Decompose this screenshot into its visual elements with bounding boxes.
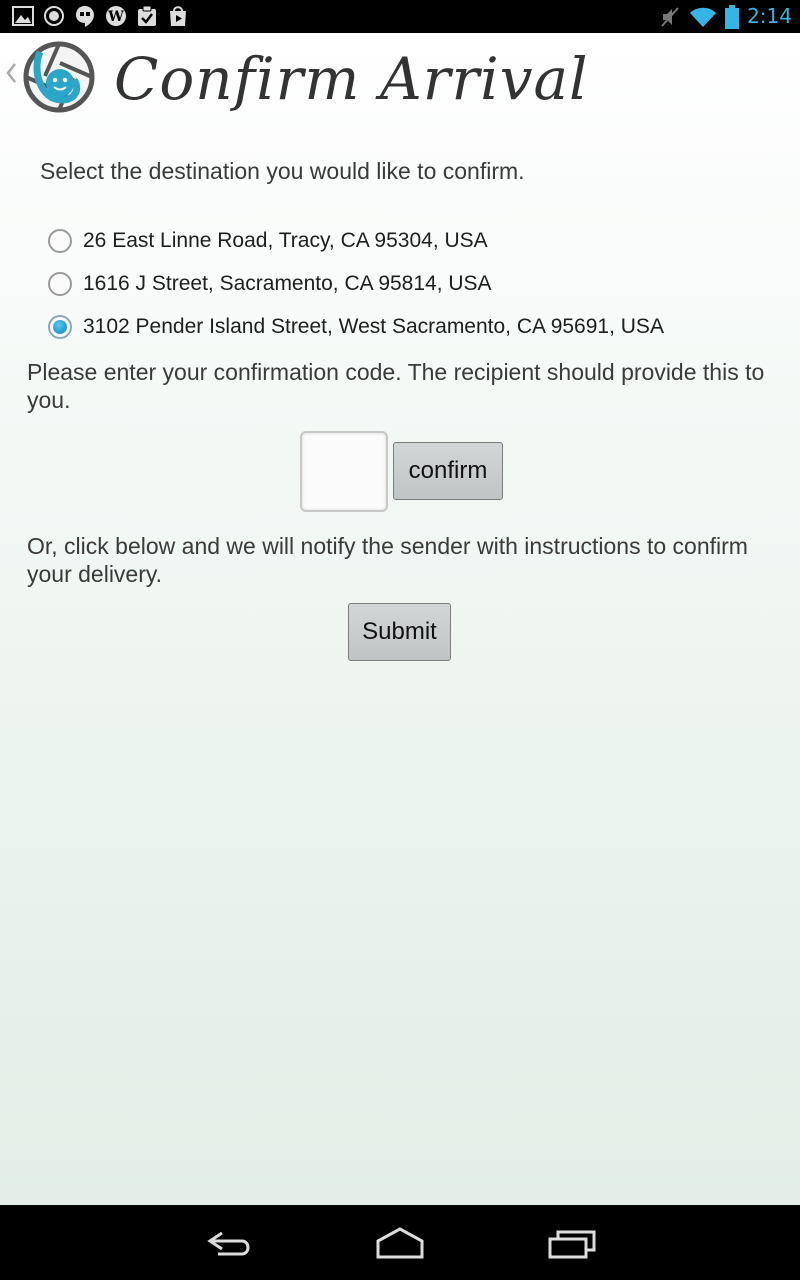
clock: 2:14 — [747, 4, 792, 28]
notify-sender-instructions: Or, click below and we will notify the s… — [27, 533, 748, 587]
svg-text:W: W — [107, 9, 124, 25]
app-header: Confirm Arrival — [0, 33, 800, 123]
submit-button[interactable]: Submit — [348, 603, 451, 661]
app-logo-icon[interactable] — [22, 40, 96, 114]
wifi-icon — [690, 7, 717, 27]
destination-label: 1616 J Street, Sacramento, CA 95814, USA — [83, 271, 492, 295]
radio-button[interactable] — [48, 228, 72, 253]
confirmation-code-instructions: Please enter your confirmation code. The… — [27, 359, 765, 413]
main-content: Confirm Arrival Select the destination y… — [0, 33, 800, 1205]
confirm-button[interactable]: confirm — [393, 442, 503, 500]
page-title: Confirm Arrival — [114, 45, 589, 113]
notification-icons: W — [12, 5, 189, 27]
muted-icon — [661, 6, 679, 27]
destination-prompt: Select the destination you would like to… — [40, 158, 525, 184]
system-status: 2:14 — [659, 3, 792, 30]
recent-apps-icon[interactable] — [542, 1223, 602, 1263]
destination-label: 26 East Linne Road, Tracy, CA 95304, USA — [83, 228, 488, 252]
destination-radio-group: 26 East Linne Road, Tracy, CA 95304, USA… — [48, 219, 664, 348]
destination-option-1[interactable]: 26 East Linne Road, Tracy, CA 95304, USA — [48, 219, 664, 262]
destination-option-2[interactable]: 1616 J Street, Sacramento, CA 95814, USA — [48, 262, 664, 305]
battery-icon — [725, 4, 740, 29]
destination-label: 3102 Pender Island Street, West Sacramen… — [83, 314, 664, 338]
radio-button[interactable] — [48, 271, 72, 296]
home-icon[interactable] — [370, 1223, 430, 1263]
chevron-left-icon[interactable] — [4, 61, 18, 85]
back-icon[interactable] — [200, 1223, 260, 1263]
record-icon — [44, 6, 64, 26]
navigation-bar — [0, 1205, 800, 1280]
tasks-icon — [138, 5, 156, 26]
status-bar: W 2:14 — [0, 0, 800, 33]
wordpress-icon: W — [106, 6, 126, 26]
destination-option-3[interactable]: 3102 Pender Island Street, West Sacramen… — [48, 305, 664, 348]
hangouts-icon — [76, 6, 94, 27]
gallery-icon — [12, 6, 34, 26]
confirmation-code-input[interactable] — [300, 431, 388, 512]
play-store-icon — [170, 6, 186, 26]
radio-button-selected[interactable] — [48, 314, 72, 339]
